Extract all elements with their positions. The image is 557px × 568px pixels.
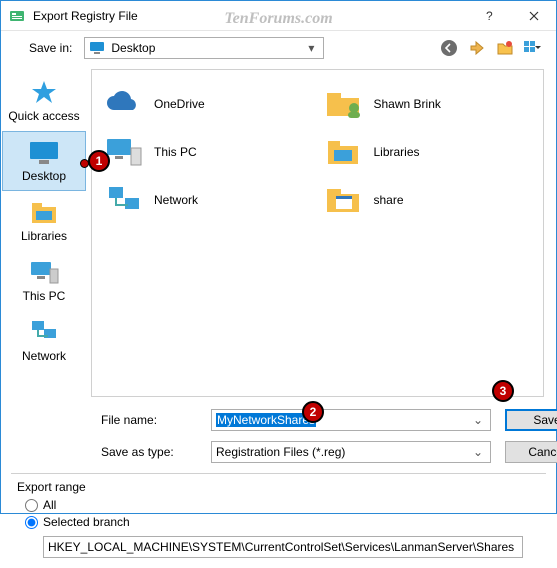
desktop-icon [89, 41, 105, 55]
file-onedrive[interactable]: OneDrive [98, 80, 318, 128]
file-list[interactable]: OneDrive Shawn Brink This PC Libraries N… [91, 69, 544, 397]
libraries-icon [28, 199, 60, 227]
up-button[interactable] [466, 37, 488, 59]
places-bar: Quick access Desktop Libraries This PC N… [1, 65, 87, 401]
savein-combo[interactable]: Desktop ▾ [84, 37, 324, 59]
place-thispc[interactable]: This PC [2, 251, 86, 311]
share-folder-icon [324, 180, 364, 220]
chevron-down-icon: ▾ [303, 41, 319, 55]
radio-selected-input[interactable] [25, 516, 38, 529]
star-icon [28, 79, 60, 107]
radio-all[interactable]: All [25, 498, 540, 512]
chevron-down-icon: ⌄ [470, 413, 486, 427]
svg-text:?: ? [486, 10, 493, 22]
libraries-icon [324, 132, 364, 172]
chevron-down-icon: ⌄ [470, 445, 486, 459]
network-icon [104, 180, 144, 220]
monitor-icon [28, 139, 60, 167]
window-title: Export Registry File [33, 9, 466, 23]
file-user-shawn[interactable]: Shawn Brink [318, 80, 538, 128]
export-range-group: Export range All Selected branch [1, 476, 556, 568]
help-button[interactable]: ? [466, 1, 511, 31]
saveas-value: Registration Files (*.reg) [216, 445, 345, 459]
save-button[interactable]: Save [505, 409, 557, 431]
export-range-legend: Export range [17, 480, 540, 494]
savein-toolbar: Save in: Desktop ▾ [1, 31, 556, 65]
saveas-combo[interactable]: Registration Files (*.reg) ⌄ [211, 441, 491, 463]
place-libraries[interactable]: Libraries [2, 191, 86, 251]
filename-input[interactable]: MyNetworkShares ⌄ [211, 409, 491, 431]
radio-all-input[interactable] [25, 499, 38, 512]
new-folder-button[interactable] [494, 37, 516, 59]
filename-label: File name: [101, 413, 197, 427]
network-icon [28, 319, 60, 347]
file-libraries[interactable]: Libraries [318, 128, 538, 176]
file-share[interactable]: share [318, 176, 538, 224]
dialog-body: Quick access Desktop Libraries This PC N… [1, 65, 556, 401]
saveas-label: Save as type: [101, 445, 197, 459]
onedrive-icon [104, 84, 144, 124]
filename-area: File name: MyNetworkShares ⌄ Save Save a… [1, 401, 556, 471]
close-button[interactable] [511, 1, 556, 31]
savein-value: Desktop [111, 41, 155, 55]
place-desktop[interactable]: Desktop [2, 131, 86, 191]
branch-path-input[interactable] [43, 536, 523, 558]
pc-icon [104, 132, 144, 172]
place-network[interactable]: Network [2, 311, 86, 371]
divider [11, 473, 546, 474]
titlebar: Export Registry File ? [1, 1, 556, 31]
filename-value: MyNetworkShares [216, 413, 316, 427]
file-thispc[interactable]: This PC [98, 128, 318, 176]
export-registry-dialog: TenForums.com Export Registry File ? Sav… [0, 0, 557, 514]
place-quickaccess[interactable]: Quick access [2, 71, 86, 131]
pc-icon [28, 259, 60, 287]
view-menu-button[interactable] [522, 37, 544, 59]
radio-selected-branch[interactable]: Selected branch [25, 515, 540, 529]
user-folder-icon [324, 84, 364, 124]
back-button[interactable] [438, 37, 460, 59]
cancel-button[interactable]: Cancel [505, 441, 557, 463]
savein-label: Save in: [29, 41, 72, 55]
regedit-icon [9, 8, 25, 24]
file-network[interactable]: Network [98, 176, 318, 224]
